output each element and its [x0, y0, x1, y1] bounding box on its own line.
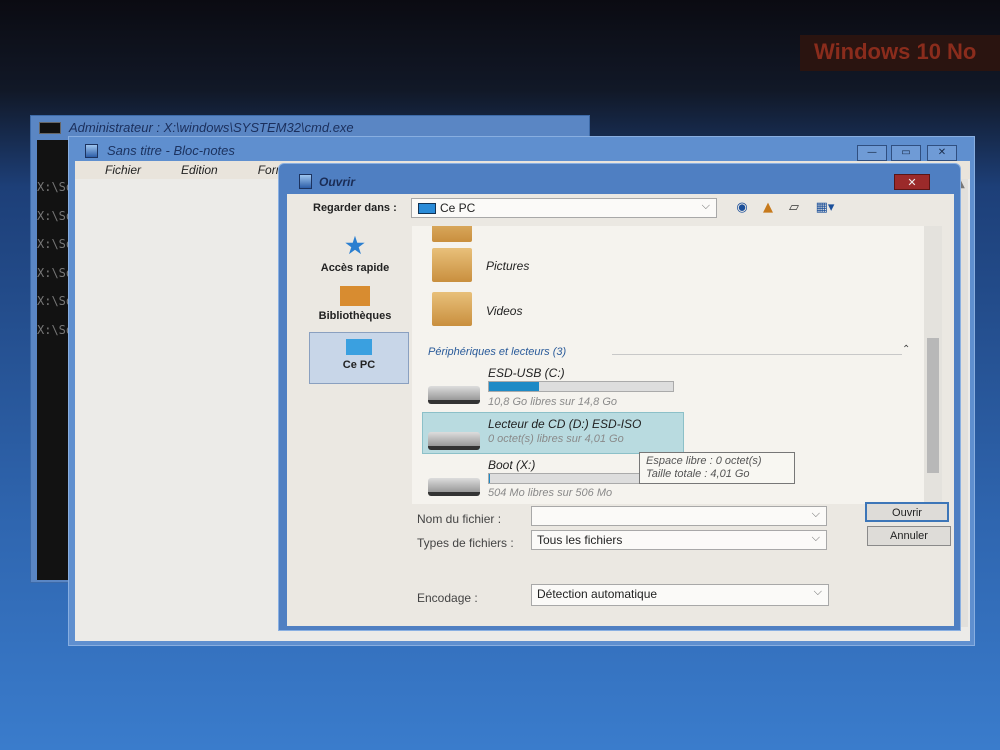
cd-drive-icon — [428, 432, 480, 450]
place-label: Ce PC — [342, 359, 376, 371]
place-label: Accès rapide — [320, 262, 390, 274]
libraries-icon — [340, 286, 370, 306]
divider — [612, 354, 902, 355]
cancel-button[interactable]: Annuler — [867, 526, 951, 546]
drive-c-name[interactable]: ESD-USB (C:) — [488, 366, 565, 380]
minimize-button[interactable]: — — [857, 145, 887, 161]
collapse-icon[interactable]: ⌃ — [902, 344, 910, 355]
chevron-down-icon: ⌵ — [701, 200, 710, 212]
look-in-label: Regarder dans : — [313, 202, 397, 214]
maximize-button[interactable]: ▭ — [891, 145, 921, 161]
close-button[interactable]: ✕ — [927, 145, 957, 161]
list-scrollbar[interactable] — [924, 226, 942, 504]
view-menu-icon[interactable]: ▦▾ — [811, 200, 839, 216]
filename-input[interactable]: ⌵ — [531, 506, 827, 526]
drive-icon — [428, 386, 480, 404]
star-icon: ★ — [345, 233, 365, 258]
look-in-select[interactable]: Ce PC ⌵ — [411, 198, 717, 218]
drive-d-free: 0 octet(s) libres sur 4,01 Go — [488, 433, 624, 445]
open-button[interactable]: Ouvrir — [865, 502, 949, 522]
computer-icon — [346, 339, 372, 355]
encoding-value: Détection automatique — [537, 587, 658, 601]
encoding-select[interactable]: Détection automatique ⌵ — [531, 584, 829, 606]
folder-videos[interactable]: Videos — [486, 304, 522, 318]
group-header[interactable]: Périphériques et lecteurs (3) — [428, 346, 566, 358]
folder-icon — [432, 226, 472, 242]
menu-fichier[interactable]: Fichier — [105, 161, 141, 177]
new-folder-icon[interactable]: ▱ — [785, 200, 803, 216]
drive-d-name[interactable]: Lecteur de CD (D:) ESD-ISO — [488, 417, 641, 431]
drive-x-free: 504 Mo libres sur 506 Mo — [488, 487, 613, 499]
place-label: Bibliothèques — [318, 310, 392, 322]
tooltip-free: Espace libre : 0 octet(s) — [646, 455, 762, 467]
menu-edition[interactable]: Edition — [181, 161, 218, 177]
look-in-value: Ce PC — [440, 201, 476, 215]
computer-icon — [418, 203, 436, 214]
place-libraries[interactable]: Bibliothèques — [301, 286, 409, 322]
drive-c-free: 10,8 Go libres sur 14,8 Go — [488, 396, 618, 408]
chevron-down-icon: ⌵ — [811, 532, 820, 544]
videos-folder-icon — [432, 292, 472, 326]
back-icon[interactable]: ◉ — [733, 200, 751, 216]
notepad-title: Sans titre - Bloc-notes — [107, 143, 235, 158]
cmd-title: Administrateur : X:\windows\SYSTEM32\cmd… — [69, 120, 354, 135]
notepad-icon — [85, 144, 98, 158]
folder-pictures[interactable]: Pictures — [486, 259, 529, 273]
encoding-label: Encodage : — [417, 591, 478, 605]
chevron-down-icon: ⌵ — [811, 508, 820, 520]
chevron-down-icon: ⌵ — [813, 586, 822, 598]
open-dialog: Ouvrir ✕ Regarder dans : Ce PC ⌵ ◉ ▲ ▱ ▦… — [278, 163, 961, 631]
places-bar: ★ Accès rapide Bibliothèques Ce PC — [301, 226, 409, 646]
drive-x-name[interactable]: Boot (X:) — [488, 458, 535, 472]
place-quick-access[interactable]: ★ Accès rapide — [301, 233, 409, 275]
dialog-title: Ouvrir — [319, 175, 356, 189]
filetype-label: Types de fichiers : — [417, 536, 514, 550]
filename-label: Nom du fichier : — [417, 512, 502, 526]
up-folder-icon[interactable]: ▲ — [759, 200, 777, 216]
filetype-select[interactable]: Tous les fichiers ⌵ — [531, 530, 827, 550]
drive-icon — [428, 478, 480, 496]
tooltip-total: Taille totale : 4,01 Go — [646, 468, 750, 480]
background-banner: Windows 10 No — [800, 35, 1000, 71]
dialog-close-button[interactable]: ✕ — [894, 174, 930, 190]
place-this-pc[interactable]: Ce PC — [309, 332, 409, 384]
cmd-icon — [39, 122, 61, 134]
dialog-icon — [299, 174, 312, 189]
scroll-thumb[interactable] — [927, 338, 939, 473]
filetype-value: Tous les fichiers — [537, 533, 623, 547]
pictures-folder-icon — [432, 248, 472, 282]
drive-c-usage-bar — [488, 381, 674, 392]
tooltip: Espace libre : 0 octet(s) Taille totale … — [639, 452, 795, 484]
